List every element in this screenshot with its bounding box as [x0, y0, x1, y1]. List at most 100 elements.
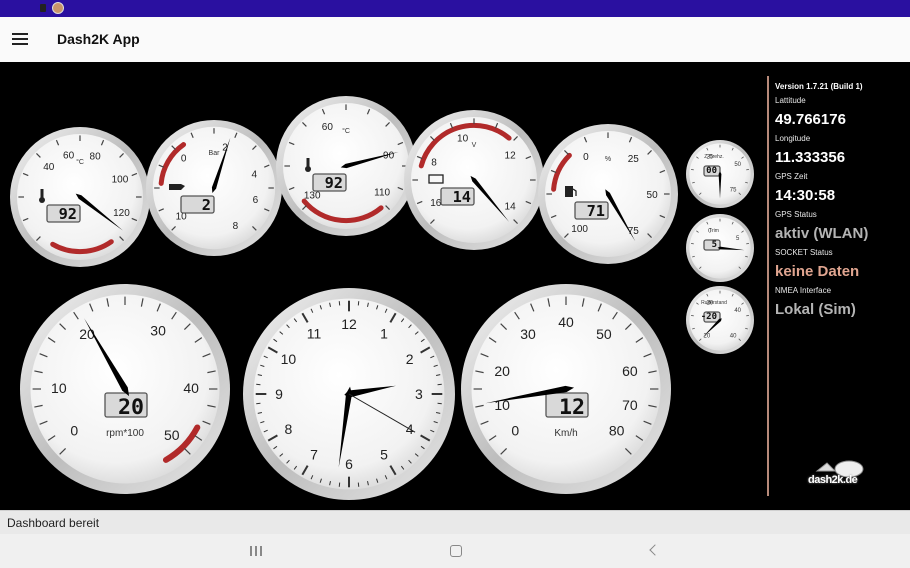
gauge-voltage: 8 10 12 14 16 V 14	[404, 110, 544, 250]
clock-number: 12	[341, 316, 357, 332]
unit-label: rpm*100	[106, 428, 144, 439]
version-label: Version 1.7.21 (Build 1)	[775, 82, 863, 91]
tick-label: 60	[622, 363, 638, 379]
tick-label: 110	[374, 187, 390, 198]
tick-label: 60	[322, 122, 334, 133]
tick-label: 60	[63, 150, 75, 161]
logo-text: dash2k.de	[808, 474, 858, 486]
latitude-value: 49.766176	[775, 111, 846, 128]
info-panel: Version 1.7.21 (Build 1) Lattitude 49.76…	[767, 76, 910, 496]
unit-label: Km/h	[554, 428, 577, 439]
nmea-interface-value: Lokal (Sim)	[775, 301, 856, 318]
gauge-water-temp: 40 60 80 100 120 °C 92	[10, 127, 150, 267]
tick-label: 40	[558, 314, 574, 330]
status-message: Dashboard bereit	[7, 516, 100, 530]
clock-number: 9	[275, 386, 283, 402]
gauge-oil-temp-lcd-value: 92	[325, 174, 343, 192]
tick-label: 25	[628, 154, 640, 165]
tick-label: 6	[253, 195, 259, 206]
mini-gauge-ruderstand-lcd-value: -20	[701, 312, 717, 322]
clock-number: 1	[380, 325, 388, 341]
gauge-oil-pressure: 0246810Bar2	[146, 120, 282, 256]
mini-gauge-trim: Trim055	[686, 214, 754, 282]
dash2k-logo: dash2k.de	[808, 457, 864, 491]
tick-label: 8	[233, 221, 239, 232]
tick-label: 4	[251, 169, 257, 180]
clock-number: 10	[281, 351, 297, 367]
socket-status-value: keine Daten	[775, 263, 860, 280]
hamburger-menu-icon[interactable]	[12, 33, 28, 45]
app-title: Dash2K App	[57, 31, 140, 47]
unit-label: %	[605, 156, 611, 163]
tick-label: 50	[596, 326, 612, 342]
socket-status-label: SOCKET Status	[775, 248, 833, 257]
tick-label: 40	[43, 162, 55, 173]
mini-tick-label: 75	[730, 188, 737, 194]
notification-icon	[40, 4, 46, 12]
longitude-value: 11.333356	[775, 149, 846, 166]
clock-number: 3	[415, 386, 423, 402]
gauge-canvas: 4060 80100120°C920246810Bar26090110130°C9…	[10, 96, 754, 500]
tick-label: 16	[430, 198, 442, 209]
thermometer-bulb	[305, 166, 311, 172]
home-icon[interactable]	[450, 545, 462, 557]
tick-label: 100	[112, 174, 129, 185]
clock-number: 2	[406, 351, 414, 367]
tick-label: 130	[304, 190, 321, 201]
analog-clock: 121234567891011	[243, 288, 455, 500]
thermometer-bulb	[39, 197, 45, 203]
mini-gauge-ruderstand: Ruderstand20404020-20	[686, 286, 754, 354]
mini-tick-label: 40	[730, 334, 737, 340]
mini-gauge-z-drehzahl: Z-Drehz.25507500	[686, 140, 754, 208]
gauge-oil-pressure-lcd-value: 2	[202, 196, 211, 214]
tick-label: 70	[622, 397, 638, 413]
gauge-voltage-lcd-value: 14	[453, 188, 471, 206]
tick-label: 80	[90, 152, 102, 163]
clock-number: 6	[345, 456, 353, 472]
tick-label: 14	[505, 201, 517, 212]
mini-gauge-label: Ruderstand	[701, 300, 727, 306]
gauge-rpm-lcd-value: 20	[118, 395, 144, 420]
gauge-speed: 01020304050607080Km/h12	[461, 284, 671, 494]
tick-label: 50	[164, 427, 180, 443]
tick-label: 30	[150, 323, 166, 339]
clock-number: 11	[307, 325, 322, 341]
mini-gauge-z-drehzahl-lcd-value: 00	[706, 166, 717, 176]
clock-number: 5	[380, 447, 388, 463]
nmea-interface-label: NMEA Interface	[775, 286, 832, 295]
clock-number: 8	[285, 421, 293, 437]
tick-label: 10	[457, 133, 469, 144]
back-icon[interactable]	[649, 544, 661, 556]
tick-label: 80	[609, 423, 625, 439]
unit-label: V	[472, 142, 477, 149]
gauge-fuel-lcd-value: 71	[587, 202, 605, 220]
app-bar: Dash2K App	[0, 17, 910, 63]
gps-status-label: GPS Status	[775, 210, 817, 219]
status-text-bar: Dashboard bereit	[0, 510, 910, 535]
gauge-rpm: 01020 304050rpm*10020	[20, 284, 230, 494]
mini-tick-label: 20	[704, 334, 711, 340]
tick-label: 0	[181, 154, 187, 165]
mini-tick-label: 50	[734, 162, 741, 168]
mini-tick-label: 25	[706, 154, 713, 160]
latitude-label: Lattitude	[775, 96, 806, 105]
clock-number: 7	[310, 447, 318, 463]
tick-label: 8	[431, 157, 437, 168]
tick-label: 50	[647, 190, 659, 201]
mini-tick-label: 20	[706, 300, 713, 306]
longitude-label: Longitude	[775, 134, 811, 143]
tick-label: 10	[51, 380, 67, 396]
navigation-bar	[0, 534, 910, 568]
tick-label: 0	[583, 152, 589, 163]
tick-label: 120	[113, 208, 130, 219]
tick-label: 0	[70, 423, 78, 439]
tick-label: 100	[571, 224, 588, 235]
unit-label: °C	[342, 127, 350, 135]
unit-label: °C	[76, 158, 84, 166]
gauge-water-temp-lcd-value: 92	[59, 205, 77, 223]
recent-apps-icon[interactable]	[250, 546, 262, 556]
tick-label: 0	[511, 423, 519, 439]
mini-tick-label: 40	[734, 308, 741, 314]
mini-gauge-trim-lcd-value: 5	[712, 240, 717, 250]
unit-label: Bar	[209, 150, 221, 157]
